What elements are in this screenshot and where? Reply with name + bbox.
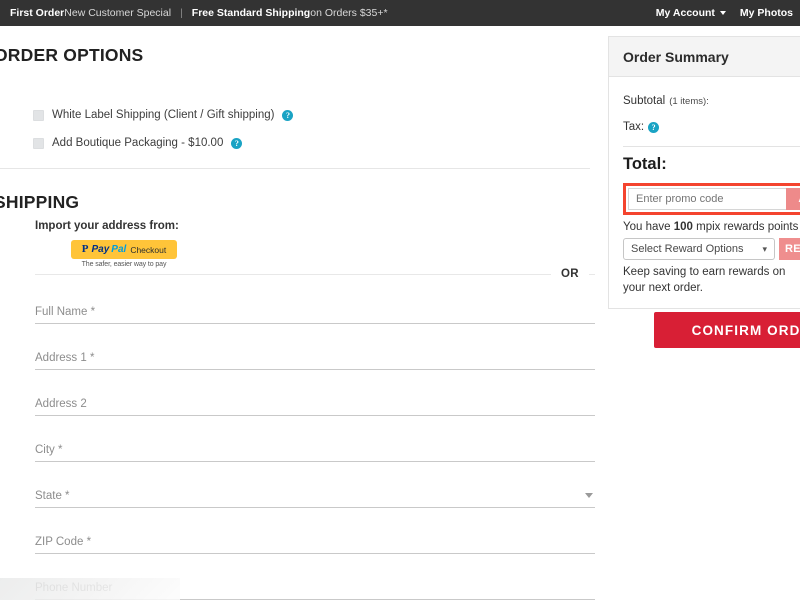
promo-free-shipping-strong: Free Standard Shipping	[191, 7, 311, 19]
reward-options-select[interactable]: Select Reward Options ▾	[623, 238, 775, 260]
nav-my-photos-label: My Photos	[739, 7, 793, 19]
order-options-heading: ORDER OPTIONS	[0, 45, 144, 65]
reward-options-value: Select Reward Options	[631, 243, 744, 255]
total-divider	[623, 146, 800, 147]
address2-label: Address 2	[35, 398, 87, 410]
promo-separator: |	[180, 7, 183, 19]
or-label: OR	[560, 268, 579, 280]
order-option-white-label-label: White Label Shipping (Client / Gift ship…	[52, 109, 275, 121]
state-select[interactable]: State *	[35, 481, 595, 508]
zip-code-field[interactable]: ZIP Code *	[35, 527, 595, 554]
address1-field[interactable]: Address 1 *	[35, 343, 595, 370]
help-icon[interactable]: ?	[648, 121, 660, 133]
help-icon[interactable]: ?	[282, 109, 294, 121]
address2-field[interactable]: Address 2	[35, 389, 595, 416]
checkout-main-column: ORDER OPTIONS White Label Shipping (Clie…	[0, 26, 600, 600]
order-summary-card: Order Summary Details Subtotal (1 items)…	[608, 36, 800, 310]
full-name-label: Full Name *	[35, 306, 96, 318]
divider-line-right	[589, 273, 595, 275]
apply-promo-button[interactable]: APPLY	[786, 188, 800, 210]
promo-free-shipping-light: on Orders $35+*	[310, 7, 388, 19]
keep-saving-note: Keep saving to earn rewards on your next…	[623, 266, 786, 294]
city-field[interactable]: City *	[35, 435, 595, 462]
paypal-pal-text: Pal	[111, 244, 127, 255]
checkbox-white-label-shipping[interactable]	[33, 109, 44, 121]
subtotal-item-count: (1 items):	[669, 95, 709, 107]
rewards-text-prefix: You have	[623, 221, 674, 233]
nav-my-photos[interactable]: My Photos	[733, 7, 800, 19]
tax-label: Tax:	[623, 121, 645, 133]
promo-messages: First Order New Customer Special | Free …	[0, 7, 388, 19]
full-name-field[interactable]: Full Name *	[35, 297, 595, 324]
city-label: City *	[35, 444, 63, 456]
phone-number-label: Phone Number	[35, 582, 113, 594]
promo-topbar: First Order New Customer Special | Free …	[0, 0, 800, 26]
checkbox-boutique-packaging[interactable]	[33, 137, 44, 149]
rewards-redeem-row: Select Reward Options ▾ REDEEM	[623, 238, 800, 260]
shipping-heading: SHIPPING	[0, 192, 80, 212]
rewards-points-text: You have 100 mpix rewards points	[623, 221, 800, 233]
order-summary-column: Order Summary Details Subtotal (1 items)…	[600, 26, 800, 600]
paypal-pay-text: Pay	[91, 244, 110, 255]
total-row: Total: $89.00	[623, 151, 800, 177]
state-label: State *	[35, 490, 70, 502]
order-summary-title: Order Summary	[623, 48, 729, 65]
subtotal-label: Subtotal	[623, 95, 666, 107]
nav-my-account-label: My Account	[655, 7, 715, 19]
help-icon[interactable]: ?	[231, 137, 243, 149]
order-option-boutique-packaging-label: Add Boutique Packaging - $10.00	[52, 137, 224, 149]
promo-first-order-strong: First Order	[10, 7, 65, 19]
promo-code-group: APPLY	[628, 188, 800, 210]
paypal-checkout-button[interactable]: P Pay Pal Checkout	[71, 240, 177, 259]
divider-line-left	[35, 273, 551, 275]
or-divider: OR	[35, 268, 595, 280]
promo-code-input[interactable]	[628, 188, 786, 210]
total-label: Total:	[623, 154, 667, 173]
subtotal-label-group: Subtotal (1 items):	[623, 95, 709, 107]
paypal-checkout-text: Checkout	[130, 244, 167, 255]
order-option-white-label[interactable]: White Label Shipping (Client / Gift ship…	[33, 109, 294, 121]
chevron-down-icon	[585, 493, 593, 498]
promo-code-annotation-box: APPLY	[623, 183, 800, 215]
paypal-logo-icon: P	[81, 243, 89, 255]
zip-code-label: ZIP Code *	[35, 536, 92, 548]
nav-my-account[interactable]: My Account	[649, 7, 733, 19]
section-divider	[0, 168, 590, 169]
chevron-down-icon	[719, 11, 726, 15]
promo-first-order-light: New Customer Special	[64, 7, 172, 19]
chevron-updown-icon: ▾	[762, 243, 767, 254]
paypal-tagline: The safer, easier way to pay	[81, 261, 167, 268]
phone-number-field[interactable]: Phone Number	[35, 573, 595, 600]
tax-label-group: Tax: ?	[623, 121, 660, 133]
subtotal-row: Subtotal (1 items): $89.00	[623, 88, 800, 114]
paypal-checkout-block: P Pay Pal Checkout The safer, easier way…	[71, 240, 177, 268]
order-summary-body: Subtotal (1 items): $89.00 Tax: ? $0.00 …	[609, 77, 800, 308]
redeem-rewards-button[interactable]: REDEEM	[779, 238, 800, 260]
tax-row: Tax: ? $0.00	[623, 114, 800, 140]
rewards-text-suffix: mpix rewards points	[692, 221, 799, 233]
order-option-boutique-packaging[interactable]: Add Boutique Packaging - $10.00 ?	[33, 137, 243, 149]
rewards-points-count: 100	[673, 221, 693, 233]
order-summary-header: Order Summary Details	[609, 37, 800, 77]
confirm-order-button[interactable]: CONFIRM ORDER	[654, 312, 800, 348]
import-address-label: Import your address from:	[35, 220, 179, 232]
address1-label: Address 1 *	[35, 352, 95, 364]
topbar-nav: My Account My Photos	[649, 0, 800, 26]
